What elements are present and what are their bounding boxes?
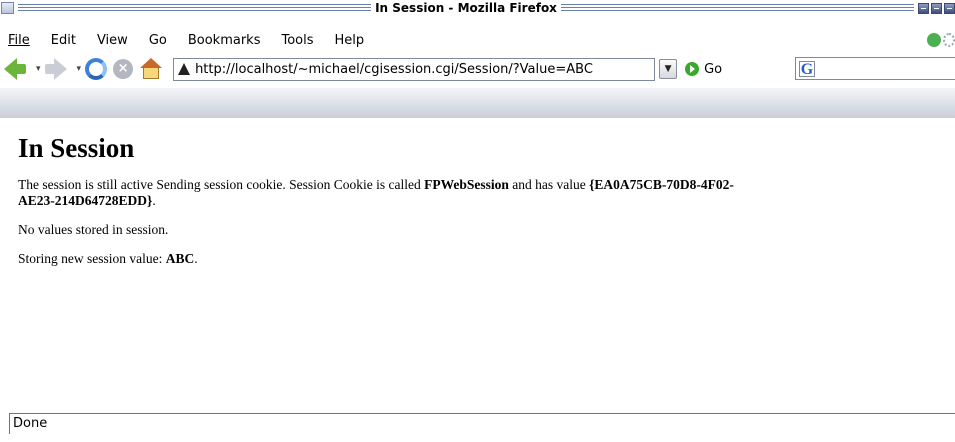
url-history-dropdown[interactable]: ▼ xyxy=(659,59,678,79)
session-info-paragraph: The session is still active Sending sess… xyxy=(18,177,758,209)
back-button[interactable] xyxy=(4,58,26,80)
new-value-text-b: . xyxy=(194,251,198,266)
stored-values-paragraph: No values stored in session. xyxy=(18,222,169,237)
titlebar-stripes-left xyxy=(18,3,372,13)
session-info-text-a: The session is still active Sending sess… xyxy=(18,177,425,192)
bookmarks-toolbar xyxy=(0,88,955,118)
stop-button[interactable]: × xyxy=(113,59,134,79)
session-info-text-c: . xyxy=(152,193,156,208)
go-label: Go xyxy=(704,61,723,77)
url-bar[interactable]: http://localhost/~michael/cgisession.cgi… xyxy=(173,57,656,81)
search-input[interactable]: G xyxy=(795,57,955,80)
menu-edit[interactable]: Edit xyxy=(51,33,76,48)
page-heading: In Session xyxy=(18,133,135,163)
stop-icon: × xyxy=(113,59,134,79)
home-icon xyxy=(139,58,163,80)
menu-help[interactable]: Help xyxy=(335,33,365,48)
status-panel: Done xyxy=(9,413,955,434)
cookie-name: FPWebSession xyxy=(424,177,509,192)
forward-button[interactable] xyxy=(44,58,67,80)
menu-view-label: View xyxy=(96,32,128,48)
reload-button[interactable] xyxy=(85,58,108,80)
menu-help-label: Help xyxy=(334,32,365,48)
navigation-toolbar: ▾ ▾ × http://localhost/~michael/cgisessi… xyxy=(0,53,955,85)
menu-file-label: File xyxy=(8,32,30,48)
forward-history-dropdown[interactable]: ▾ xyxy=(77,64,82,74)
google-icon[interactable]: G xyxy=(799,60,815,77)
page-content: In Session The session is still active S… xyxy=(0,118,955,410)
menu-tools-label: Tools xyxy=(281,32,314,48)
minimize-icon[interactable] xyxy=(918,2,930,14)
window-controls xyxy=(918,2,955,14)
go-button[interactable]: Go xyxy=(685,62,722,77)
menu-bar: File Edit View Go Bookmarks Tools Help xyxy=(0,29,955,51)
new-value-text-a: Storing new session value: xyxy=(18,251,166,266)
menu-bookmarks-label: Bookmarks xyxy=(187,32,261,48)
window-titlebar[interactable]: In Session - Mozilla Firefox xyxy=(0,0,955,16)
status-text: Done xyxy=(13,416,48,431)
throbber-icon xyxy=(943,33,955,47)
url-text: http://localhost/~michael/cgisession.cgi… xyxy=(195,61,593,77)
site-identity-icon xyxy=(178,63,191,75)
forward-arrow-icon xyxy=(53,58,67,80)
menu-edit-label: Edit xyxy=(50,32,76,48)
back-arrow-tail xyxy=(16,64,26,74)
back-history-dropdown[interactable]: ▾ xyxy=(36,64,41,74)
new-value-paragraph: Storing new session value: ABC. xyxy=(18,251,758,267)
window-title: In Session - Mozilla Firefox xyxy=(375,1,557,15)
menu-tools[interactable]: Tools xyxy=(281,33,313,48)
menu-go[interactable]: Go xyxy=(149,33,167,48)
menu-view[interactable]: View xyxy=(97,33,128,48)
back-arrow-icon xyxy=(4,58,17,80)
go-icon xyxy=(685,62,700,76)
reload-icon xyxy=(85,58,108,80)
menu-go-label: Go xyxy=(148,32,167,48)
home-button[interactable] xyxy=(139,58,163,80)
new-session-value: ABC xyxy=(165,251,195,266)
home-body xyxy=(143,67,160,79)
titlebar-stripes-right xyxy=(560,3,915,13)
shade-icon[interactable] xyxy=(944,2,955,14)
maximize-icon[interactable] xyxy=(931,2,943,14)
update-icon[interactable] xyxy=(927,33,941,47)
menu-file[interactable]: File xyxy=(8,33,30,48)
session-info-text-b: and has value xyxy=(508,177,590,192)
menu-bookmarks[interactable]: Bookmarks xyxy=(188,33,261,48)
status-bar: Done xyxy=(0,410,955,440)
window-menu-icon[interactable] xyxy=(1,2,14,14)
